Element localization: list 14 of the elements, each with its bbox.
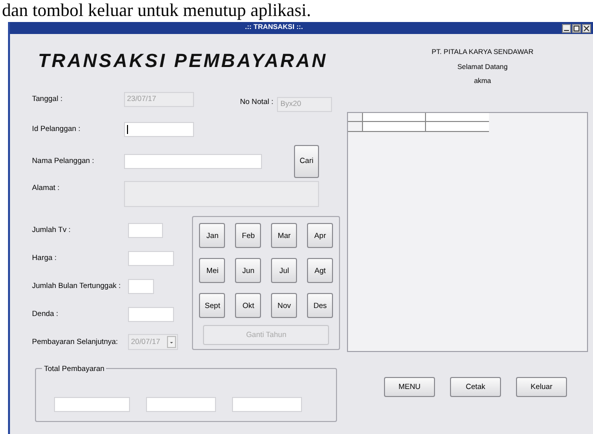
minimize-icon[interactable] <box>562 24 571 32</box>
input-field[interactable] <box>124 122 194 136</box>
input-field[interactable] <box>128 306 174 322</box>
caption: dan tombol keluar untuk menutup aplikasi. <box>1 0 312 20</box>
form-title: TRANSAKSI PEMBAYARAN <box>38 50 328 74</box>
input-field[interactable] <box>232 397 302 412</box>
input-field[interactable] <box>124 154 262 168</box>
input-field[interactable] <box>54 397 130 412</box>
input-field[interactable] <box>128 222 163 238</box>
maximize-icon[interactable] <box>572 24 581 32</box>
close-icon[interactable] <box>582 24 591 32</box>
input-field[interactable] <box>146 397 216 412</box>
input-field[interactable] <box>128 250 174 266</box>
input-field[interactable] <box>128 278 154 294</box>
